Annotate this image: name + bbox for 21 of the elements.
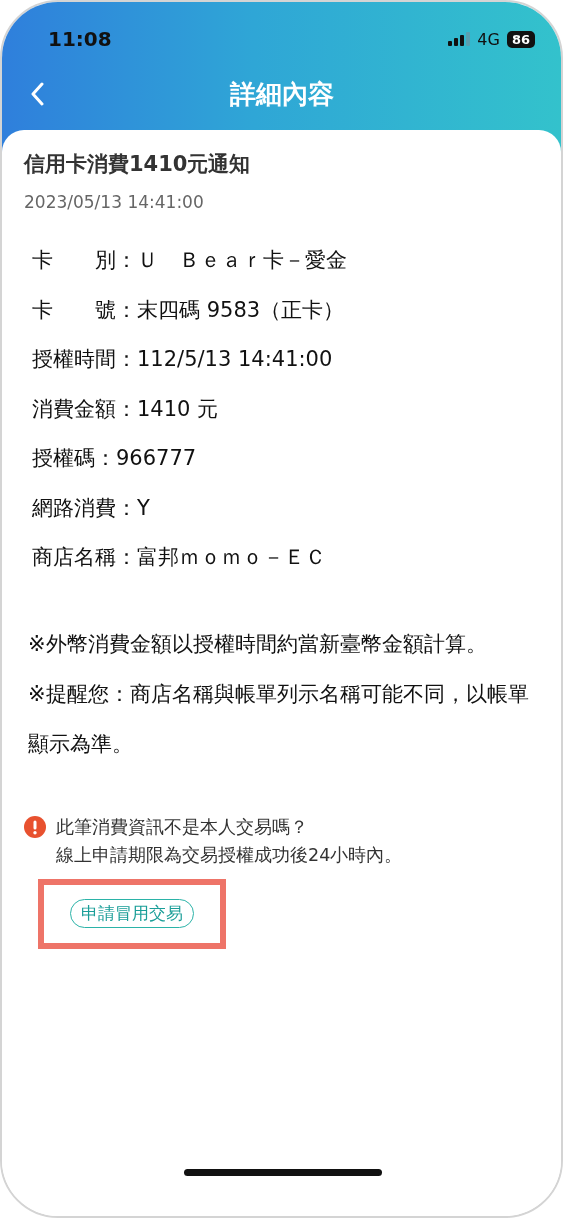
back-icon[interactable] [30, 82, 44, 106]
detail-line: 卡 號：末四碼 9583（正卡） [32, 296, 346, 324]
notice-question: 此筆消費資訊不是本人交易嗎？ [56, 815, 309, 839]
note-text: ※外幣消費金額以授權時間約當新臺幣金額計算。 [28, 630, 488, 658]
message-title: 信用卡消費1410元通知 [24, 151, 252, 178]
signal-icon [448, 32, 471, 46]
detail-line: 網路消費：Y [32, 494, 151, 522]
page-title: 詳細內容 [229, 77, 334, 111]
message-date: 2023/05/13 14:41:00 [24, 192, 205, 212]
report-fraud-button[interactable]: 申請冒用交易 [70, 899, 194, 928]
note-text: ※提醒您：商店名稱與帳單列示名稱可能不同，以帳單顯示為準。 [28, 680, 530, 758]
battery-indicator: 86 [506, 30, 535, 48]
detail-line: 授權碼：966777 [32, 445, 198, 472]
notice-deadline: 線上申請期限為交易授權成功後24小時內。 [56, 843, 403, 867]
alert-icon [24, 815, 46, 838]
detail-line: 消費金額：1410 元 [32, 395, 220, 423]
detail-line: 授權時間：112/5/13 14:41:00 [32, 346, 334, 373]
detail-line: 商店名稱：富邦ｍｏｍｏ－ＥＣ [32, 544, 327, 571]
status-time: 11:08 [48, 27, 112, 51]
detail-line: 卡 別：Ｕ Ｂｅａｒ卡－愛金 [32, 247, 348, 274]
network-label: 4G [477, 29, 500, 49]
